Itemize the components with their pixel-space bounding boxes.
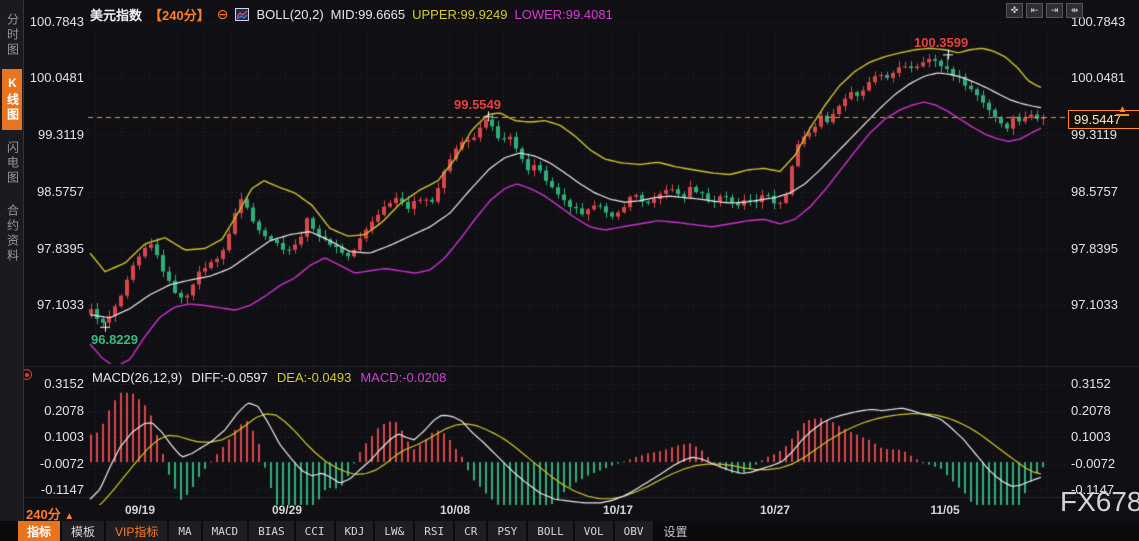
indicator-button-boll[interactable]: BOLL [528,521,573,541]
annotation-label: 96.8229 [91,331,138,347]
shrink-bars-icon[interactable]: ⇤ [1026,3,1043,18]
price-tick-label: 100.7843 [29,13,84,29]
macd-tick-label: 0.3152 [1071,376,1111,392]
indicator-button-macd[interactable]: MACD [202,521,248,541]
price-tick-label: 97.1033 [1071,297,1118,313]
tab-indicators[interactable]: 指标 [18,521,61,541]
chart-canvas[interactable] [0,0,1139,541]
boll-upper-value: UPPER:99.9249 [412,6,508,22]
price-tick-label: 100.0481 [29,70,84,86]
mini-chart-icon [235,7,250,21]
boll-indicator-label: BOLL(20,2) [256,6,324,22]
price-tick-label: 98.5757 [1071,183,1118,199]
macd-tick-label: 0.1003 [44,429,84,445]
circle-minus-icon[interactable]: ⊖ [217,7,229,21]
macd-tick-label: -0.0072 [1071,455,1116,471]
indicator-button-cci[interactable]: CCI [295,521,334,541]
annotation-label: 99.5549 [454,97,501,113]
price-tick-label: 99.3119 [1071,127,1118,143]
macd-diff-value: DIFF:-0.0597 [191,370,268,385]
indicator-button-vol[interactable]: VOL [574,521,613,541]
boll-lower-value: LOWER:99.4081 [514,6,613,22]
indicator-button-rsi[interactable]: RSI [415,521,454,541]
macd-tick-label: 0.1003 [1071,429,1111,445]
macd-tick-label: -0.1147 [40,482,84,498]
sidebar-item-kline-chart[interactable]: K线图 [1,69,22,130]
sidebar-item-time-chart[interactable]: 分时图 [2,6,22,65]
price-tick-label: 99.3119 [37,127,84,143]
sidebar-item-flash-chart[interactable]: 闪电图 [2,134,22,193]
crosshair-tool-icon[interactable]: ✜ [1006,3,1023,18]
fx678-watermark: FX678 [1060,486,1139,517]
annotation-label: 100.3599 [914,35,969,51]
macd-tick-label: 0.2078 [1071,402,1111,418]
chart-toolbar-top: ✜ ⇤ ⇥ ⇻ [1006,3,1083,18]
expand-bars-icon[interactable]: ⇥ [1046,3,1063,18]
sidebar-item-contract-info[interactable]: 合约资料 [2,197,22,271]
date-tick-label: 09/19 [124,503,156,517]
date-tick-label: 10/08 [439,503,471,517]
tab-vip-indicators[interactable]: VIP指标 [106,521,168,541]
date-tick-label: 11/05 [930,503,960,517]
date-tick-label: 09/29 [271,503,303,517]
date-tick-label: 10/27 [759,503,791,517]
date-tick-label: 10/17 [602,503,634,517]
indicator-toolbar: 指标 模板 VIP指标 MA MACD BIAS CCI KDJ LW& RSI… [0,521,1139,541]
macd-tick-label: -0.0072 [39,455,84,471]
macd-indicator-label: MACD(26,12,9) [92,370,183,385]
bottom-period-label: 240分 [26,507,61,522]
goto-latest-icon[interactable]: ⇻ [1066,3,1083,18]
kline-chart-window: 100.7843 100.7843 100.0481 100.0481 99.3119 9… [0,0,1139,541]
chart-header: 美元指数 【240分】 ⊖ BOLL(20,2) MID:99.6665 UPP… [90,5,613,23]
price-tick-label: 97.1033 [37,297,84,313]
indicator-button-psy[interactable]: PSY [488,521,527,541]
price-tick-label: 97.8395 [37,240,84,256]
indicator-button-bias[interactable]: BIAS [249,521,294,541]
tab-templates[interactable]: 模板 [62,521,105,541]
macd-header: MACD(26,12,9) DIFF:-0.0597 DEA:-0.0493 M… [92,370,446,385]
macd-dea-value: DEA:-0.0493 [276,370,352,385]
indicator-button-lwr[interactable]: LW& [375,521,414,541]
boll-mid-value: MID:99.6665 [330,6,406,22]
period-label: 【240分】 [149,7,210,23]
macd-tick-label: 0.2078 [44,402,84,418]
price-flag-icon[interactable]: ▲ [1116,105,1129,116]
price-tick-label: 98.5757 [37,183,84,199]
symbol-title: 美元指数 [90,7,143,23]
current-price-value: 99.5447 [1074,112,1121,127]
price-tick-label: 97.8395 [1071,240,1118,256]
sidebar: 分时图 K线图 闪电图 合约资料 [0,0,24,521]
indicator-button-cr[interactable]: CR [455,521,487,541]
macd-tick-label: 0.3152 [44,376,84,392]
indicator-button-obv[interactable]: OBV [614,521,653,541]
price-tick-label: 100.0481 [1071,70,1126,86]
indicator-button-kdj[interactable]: KDJ [335,521,374,541]
settings-button[interactable]: 设置 [655,521,697,541]
macd-hist-value: MACD:-0.0208 [360,370,447,385]
indicator-button-ma[interactable]: MA [169,521,201,541]
